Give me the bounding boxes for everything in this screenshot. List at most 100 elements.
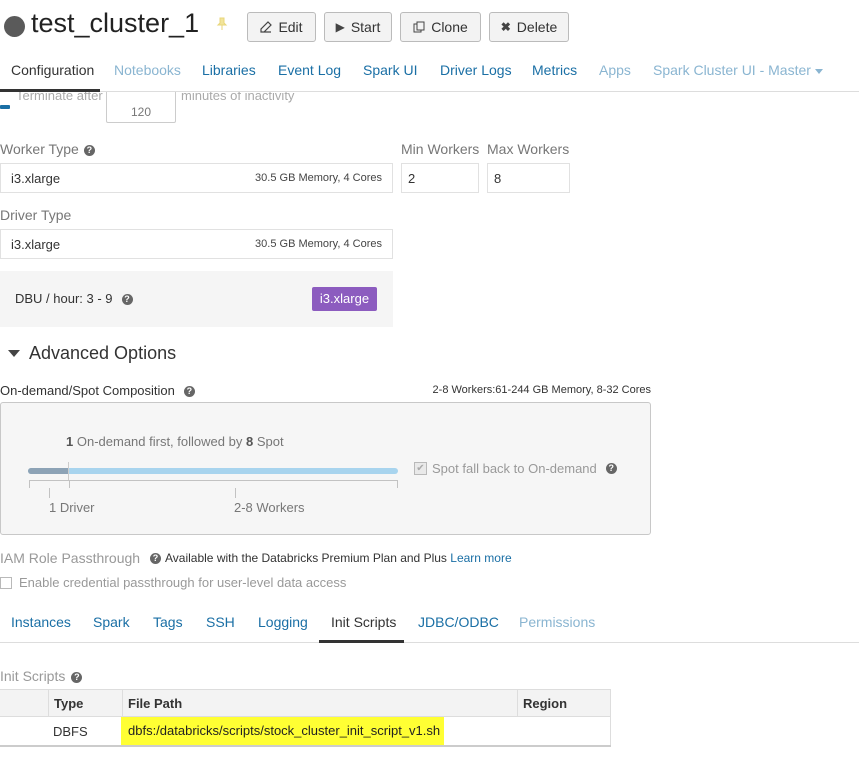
- min-workers-input[interactable]: 2: [401, 163, 479, 193]
- delete-label: Delete: [516, 19, 558, 35]
- worker-type-value: i3.xlarge: [11, 171, 61, 186]
- spot-fallback-checkbox[interactable]: ✔: [414, 462, 427, 475]
- learn-more-link[interactable]: Learn more: [450, 551, 511, 565]
- cluster-tabs: Configuration Notebooks Libraries Event …: [0, 52, 859, 92]
- slider-scale: [29, 480, 398, 481]
- cluster-status-icon: [4, 16, 25, 37]
- tab-spark[interactable]: Spark: [93, 614, 130, 630]
- min-workers-label: Min Workers: [401, 141, 480, 157]
- tab-spark-ui[interactable]: Spark UI: [363, 62, 417, 78]
- on-demand-fill: [28, 468, 69, 474]
- slider-handle[interactable]: [68, 462, 69, 480]
- driver-type-label: Driver Type: [0, 207, 72, 223]
- tab-driver-logs[interactable]: Driver Logs: [440, 62, 512, 78]
- edit-button[interactable]: Edit: [247, 12, 316, 42]
- advanced-tabs: Instances Spark Tags SSH Logging Init Sc…: [0, 605, 859, 643]
- tab-tags[interactable]: Tags: [153, 614, 183, 630]
- terminate-minutes-value: 120: [130, 105, 152, 119]
- close-icon: ✖: [500, 20, 511, 34]
- help-icon[interactable]: ?: [83, 144, 95, 156]
- composition-slider[interactable]: [28, 468, 398, 474]
- iam-passthrough-label: IAM Role Passthrough: [0, 550, 141, 566]
- tab-notebooks[interactable]: Notebooks: [114, 62, 181, 78]
- help-icon[interactable]: ?: [71, 671, 83, 683]
- terminate-suffix: minutes of inactivity: [181, 92, 295, 103]
- column-header-type: Type: [49, 690, 122, 717]
- delete-button[interactable]: ✖ Delete: [489, 12, 569, 42]
- spot-fallback-option[interactable]: ✔ Spot fall back to On-demand ?: [414, 461, 617, 476]
- advanced-options-toggle[interactable]: Advanced Options: [8, 343, 176, 364]
- composition-title-end: Spot: [256, 434, 284, 449]
- slider-tick: [69, 480, 70, 488]
- help-icon[interactable]: ?: [121, 294, 133, 306]
- slider-tick: [397, 480, 398, 488]
- help-icon[interactable]: ?: [150, 553, 161, 565]
- subtab-active-indicator: [319, 640, 404, 643]
- composition-summary: 2-8 Workers:61-244 GB Memory, 8-32 Cores: [432, 384, 651, 396]
- terminate-prefix: Terminate after: [16, 92, 103, 103]
- tab-metrics[interactable]: Metrics: [532, 62, 577, 78]
- tab-init-scripts[interactable]: Init Scripts: [331, 614, 396, 630]
- tab-jdbc-odbc[interactable]: JDBC/ODBC: [418, 614, 499, 630]
- row-type: DBFS: [53, 724, 88, 739]
- on-demand-count: 1: [66, 434, 74, 449]
- tab-libraries[interactable]: Libraries: [202, 62, 256, 78]
- slider-tick: [49, 488, 50, 498]
- composition-label: On-demand/Spot Composition?: [0, 383, 195, 398]
- slider-tick: [235, 488, 236, 498]
- tab-spark-cluster-ui[interactable]: Spark Cluster UI - Master: [653, 62, 823, 78]
- driver-type-spec: 30.5 GB Memory, 4 Cores: [255, 238, 382, 250]
- table-header-cell: [0, 690, 48, 717]
- tab-configuration[interactable]: Configuration: [11, 62, 94, 78]
- terminate-row: Terminate after 120 minutes of inactivit…: [0, 92, 859, 126]
- worker-type-select[interactable]: i3.xlarge 30.5 GB Memory, 4 Cores: [0, 163, 393, 193]
- worker-type-spec: 30.5 GB Memory, 4 Cores: [255, 172, 382, 184]
- driver-type-select[interactable]: i3.xlarge 30.5 GB Memory, 4 Cores: [0, 229, 393, 259]
- composition-label-text: On-demand/Spot Composition: [0, 383, 175, 398]
- init-scripts-label: Init Scripts?: [0, 668, 83, 684]
- caret-down-icon: [8, 350, 20, 357]
- clone-icon: [413, 21, 425, 33]
- tab-permissions[interactable]: Permissions: [519, 614, 595, 630]
- tab-logging[interactable]: Logging: [258, 614, 308, 630]
- table-bottom-border: [0, 745, 611, 747]
- clone-label: Clone: [431, 19, 468, 35]
- spot-fallback-label: Spot fall back to On-demand: [432, 461, 597, 476]
- terminate-minutes-input[interactable]: 120: [106, 92, 176, 123]
- dbu-text: DBU / hour: 3 - 9?: [15, 291, 133, 306]
- workers-tick-label: 2-8 Workers: [234, 500, 305, 515]
- iam-note-text: Available with the Databricks Premium Pl…: [165, 551, 447, 565]
- tab-instances[interactable]: Instances: [11, 614, 71, 630]
- dbu-value: DBU / hour: 3 - 9: [15, 291, 113, 306]
- worker-type-label-text: Worker Type: [0, 141, 79, 157]
- column-header-region: Region: [518, 690, 610, 717]
- composition-title: 1 On-demand first, followed by 8 Spot: [66, 434, 284, 449]
- start-button[interactable]: ▶ Start: [324, 12, 392, 42]
- tab-apps[interactable]: Apps: [599, 62, 631, 78]
- column-header-file-path: File Path: [123, 690, 517, 717]
- max-workers-label: Max Workers: [487, 141, 570, 157]
- credential-passthrough-label: Enable credential passthrough for user-l…: [19, 575, 347, 590]
- pin-icon[interactable]: [216, 17, 228, 31]
- credential-passthrough-checkbox[interactable]: [0, 576, 12, 589]
- tab-ssh[interactable]: SSH: [206, 614, 235, 630]
- init-scripts-label-text: Init Scripts: [0, 668, 66, 684]
- tab-spark-cluster-ui-label: Spark Cluster UI - Master: [653, 62, 811, 78]
- clone-button[interactable]: Clone: [400, 12, 481, 42]
- instance-badge: i3.xlarge: [312, 287, 377, 311]
- help-icon[interactable]: ?: [183, 386, 195, 398]
- chevron-down-icon: [814, 68, 823, 74]
- cluster-header: test_cluster_1 Edit ▶ Start Clone ✖ Dele…: [0, 0, 859, 52]
- help-icon[interactable]: ?: [605, 463, 617, 474]
- advanced-options-label: Advanced Options: [29, 343, 177, 363]
- composition-title-mid: On-demand first, followed by: [76, 434, 243, 449]
- tab-event-log[interactable]: Event Log: [278, 62, 341, 78]
- iam-note: ? Available with the Databricks Premium P…: [150, 551, 512, 565]
- terminate-checkbox[interactable]: [0, 105, 10, 109]
- slider-tick: [29, 480, 30, 488]
- edit-icon: [260, 21, 273, 33]
- worker-type-label: Worker Type?: [0, 141, 95, 157]
- spot-count: 8: [245, 434, 254, 449]
- credential-passthrough-option[interactable]: Enable credential passthrough for user-l…: [0, 575, 346, 590]
- max-workers-input[interactable]: 8: [487, 163, 570, 193]
